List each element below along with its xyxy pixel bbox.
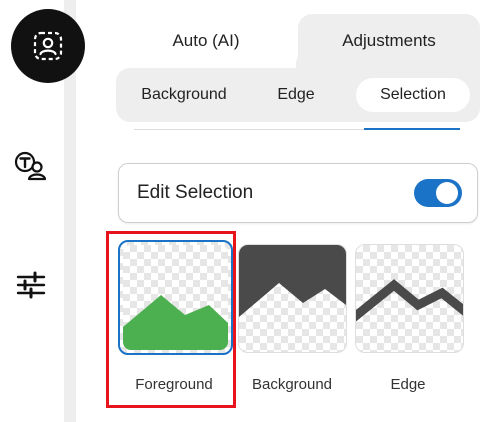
background-mode-button[interactable] bbox=[238, 244, 347, 353]
subtab-selection[interactable]: Selection bbox=[356, 78, 470, 112]
subtab-background-label: Background bbox=[141, 86, 227, 103]
foreground-mode-button[interactable] bbox=[118, 240, 233, 355]
background-mountain-icon bbox=[239, 245, 346, 317]
edge-mode-button[interactable] bbox=[355, 244, 464, 353]
foreground-label: Foreground bbox=[135, 376, 213, 393]
tab-adjustments-label: Adjustments bbox=[342, 31, 436, 50]
edge-mountain-icon bbox=[356, 279, 463, 322]
edit-selection-label: Edit Selection bbox=[137, 182, 254, 203]
selected-tab-indicator bbox=[364, 128, 460, 130]
sub-tabs: Background Edge Selection bbox=[116, 68, 480, 122]
edge-label: Edge bbox=[390, 376, 426, 393]
foreground-preview bbox=[123, 245, 228, 350]
subtab-background[interactable]: Background bbox=[124, 78, 244, 112]
portrait-selection-tool-button[interactable] bbox=[11, 9, 85, 83]
foreground-mountain-icon bbox=[123, 295, 228, 350]
toggle-knob bbox=[436, 182, 458, 204]
tab-adjustments[interactable]: Adjustments bbox=[298, 14, 480, 68]
text-people-tool-button[interactable] bbox=[10, 145, 52, 187]
subtab-edge-label: Edge bbox=[277, 86, 315, 103]
edit-selection-toggle[interactable] bbox=[414, 179, 462, 207]
subtab-selection-label: Selection bbox=[380, 86, 446, 103]
edit-selection-card: Edit Selection bbox=[118, 163, 478, 223]
adjustments-panel: Auto (AI) Adjustments Background Edge Se… bbox=[76, 0, 485, 422]
subtab-edge[interactable]: Edge bbox=[256, 78, 336, 112]
tab-auto-ai-label: Auto (AI) bbox=[172, 31, 240, 50]
tab-auto-ai[interactable]: Auto (AI) bbox=[116, 14, 296, 68]
text-people-icon bbox=[14, 151, 47, 181]
background-label: Background bbox=[251, 376, 333, 393]
adjustments-tool-button[interactable] bbox=[10, 264, 52, 306]
sliders-icon bbox=[16, 271, 46, 299]
portrait-selection-icon bbox=[33, 31, 63, 61]
top-tabs: Auto (AI) Adjustments bbox=[116, 14, 480, 68]
